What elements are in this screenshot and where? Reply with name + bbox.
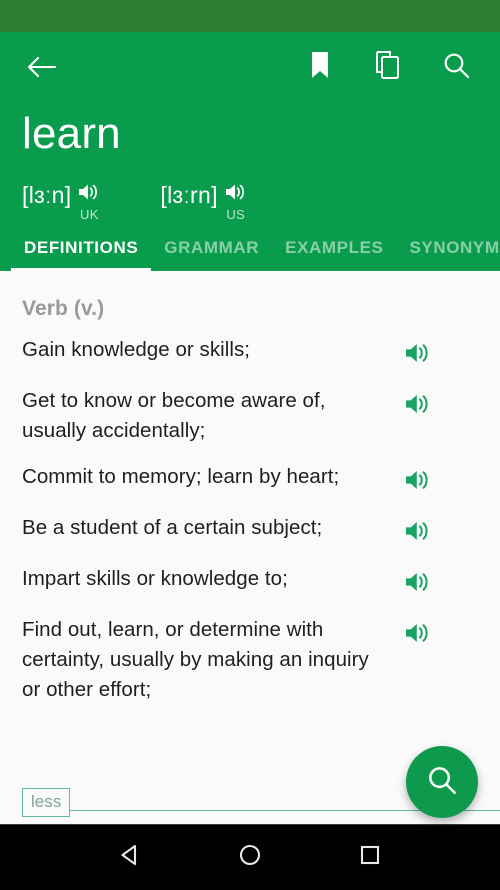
app-bar-action-row (0, 32, 500, 102)
bookmark-icon (309, 51, 331, 84)
tab-examples[interactable]: EXAMPLES (272, 238, 396, 271)
app-bar: learn [lɜːn] UK [lɜːrn] US DEFINITIONS G… (0, 32, 500, 271)
android-navigation-bar (0, 824, 500, 890)
status-bar (0, 0, 500, 32)
ipa-uk: [lɜːn] (22, 182, 72, 208)
definitions-panel: Verb (v.) Gain knowledge or skills; Get … (0, 281, 500, 824)
android-home-icon (237, 842, 263, 873)
definition-text: Be a student of a certain subject; (22, 516, 323, 539)
bookmark-button[interactable] (296, 44, 344, 90)
android-back-button[interactable] (102, 835, 158, 881)
definition-speaker-button[interactable] (404, 386, 436, 421)
tab-grammar[interactable]: GRAMMAR (151, 238, 272, 271)
definition-speaker-button[interactable] (404, 335, 436, 370)
definition-row: Be a student of a certain subject; (0, 505, 500, 556)
definition-speaker-button[interactable] (404, 462, 436, 497)
pronunciation-uk[interactable]: [lɜːn] UK (22, 182, 100, 222)
tab-bar: DEFINITIONS GRAMMAR EXAMPLES SYNONYM (0, 222, 500, 271)
android-back-icon (117, 842, 143, 873)
ipa-us: [lɜːrn] (160, 182, 218, 208)
search-fab[interactable] (406, 746, 478, 818)
android-home-button[interactable] (222, 835, 278, 881)
definition-text: Get to know or become aware of, usually … (22, 389, 326, 442)
definition-row: Gain knowledge or skills; (0, 327, 500, 378)
speaker-icon (404, 522, 432, 547)
speaker-icon (404, 573, 432, 598)
definition-row: Commit to memory; learn by heart; (0, 454, 500, 505)
pronounce-us-button[interactable]: US (225, 182, 247, 222)
pronunciation-us[interactable]: [lɜːrn] US (160, 182, 246, 222)
search-icon (425, 763, 459, 802)
search-button[interactable] (432, 44, 480, 90)
region-label-uk: UK (79, 207, 99, 222)
android-recents-button[interactable] (342, 835, 398, 881)
copy-button[interactable] (364, 44, 412, 90)
page-title: learn (22, 109, 121, 158)
pronunciation-row: [lɜːn] UK [lɜːrn] US (0, 160, 500, 222)
copy-icon (375, 50, 401, 84)
definition-row: Impart skills or knowledge to; (0, 556, 500, 607)
speaker-icon (404, 344, 432, 369)
definition-speaker-button[interactable] (404, 513, 436, 548)
app-screen: learn [lɜːn] UK [lɜːrn] US DEFINITIONS G… (0, 0, 500, 890)
definition-text: Find out, learn, or determine with certa… (22, 618, 369, 701)
part-of-speech-heading: Verb (v.) (22, 297, 105, 320)
tab-definitions[interactable]: DEFINITIONS (11, 238, 152, 271)
definition-text: Impart skills or knowledge to; (22, 567, 288, 590)
definition-row: Get to know or become aware of, usually … (0, 378, 500, 454)
back-button[interactable] (20, 46, 62, 88)
tab-synonym[interactable]: SYNONYM (396, 238, 500, 271)
speaker-icon (78, 182, 100, 207)
region-label-us: US (226, 207, 246, 222)
definition-text: Gain knowledge or skills; (22, 338, 250, 361)
speaker-icon (404, 395, 432, 420)
speaker-icon (225, 182, 247, 207)
show-less-button[interactable]: less (22, 788, 71, 817)
definition-row: Find out, learn, or determine with certa… (0, 607, 500, 713)
definition-speaker-button[interactable] (404, 615, 436, 650)
speaker-icon (404, 624, 432, 649)
pronounce-uk-button[interactable]: UK (78, 182, 100, 222)
definition-text: Commit to memory; learn by heart; (22, 465, 340, 488)
search-icon (442, 51, 470, 84)
definition-speaker-button[interactable] (404, 564, 436, 599)
speaker-icon (404, 471, 432, 496)
android-recents-icon (358, 843, 382, 872)
